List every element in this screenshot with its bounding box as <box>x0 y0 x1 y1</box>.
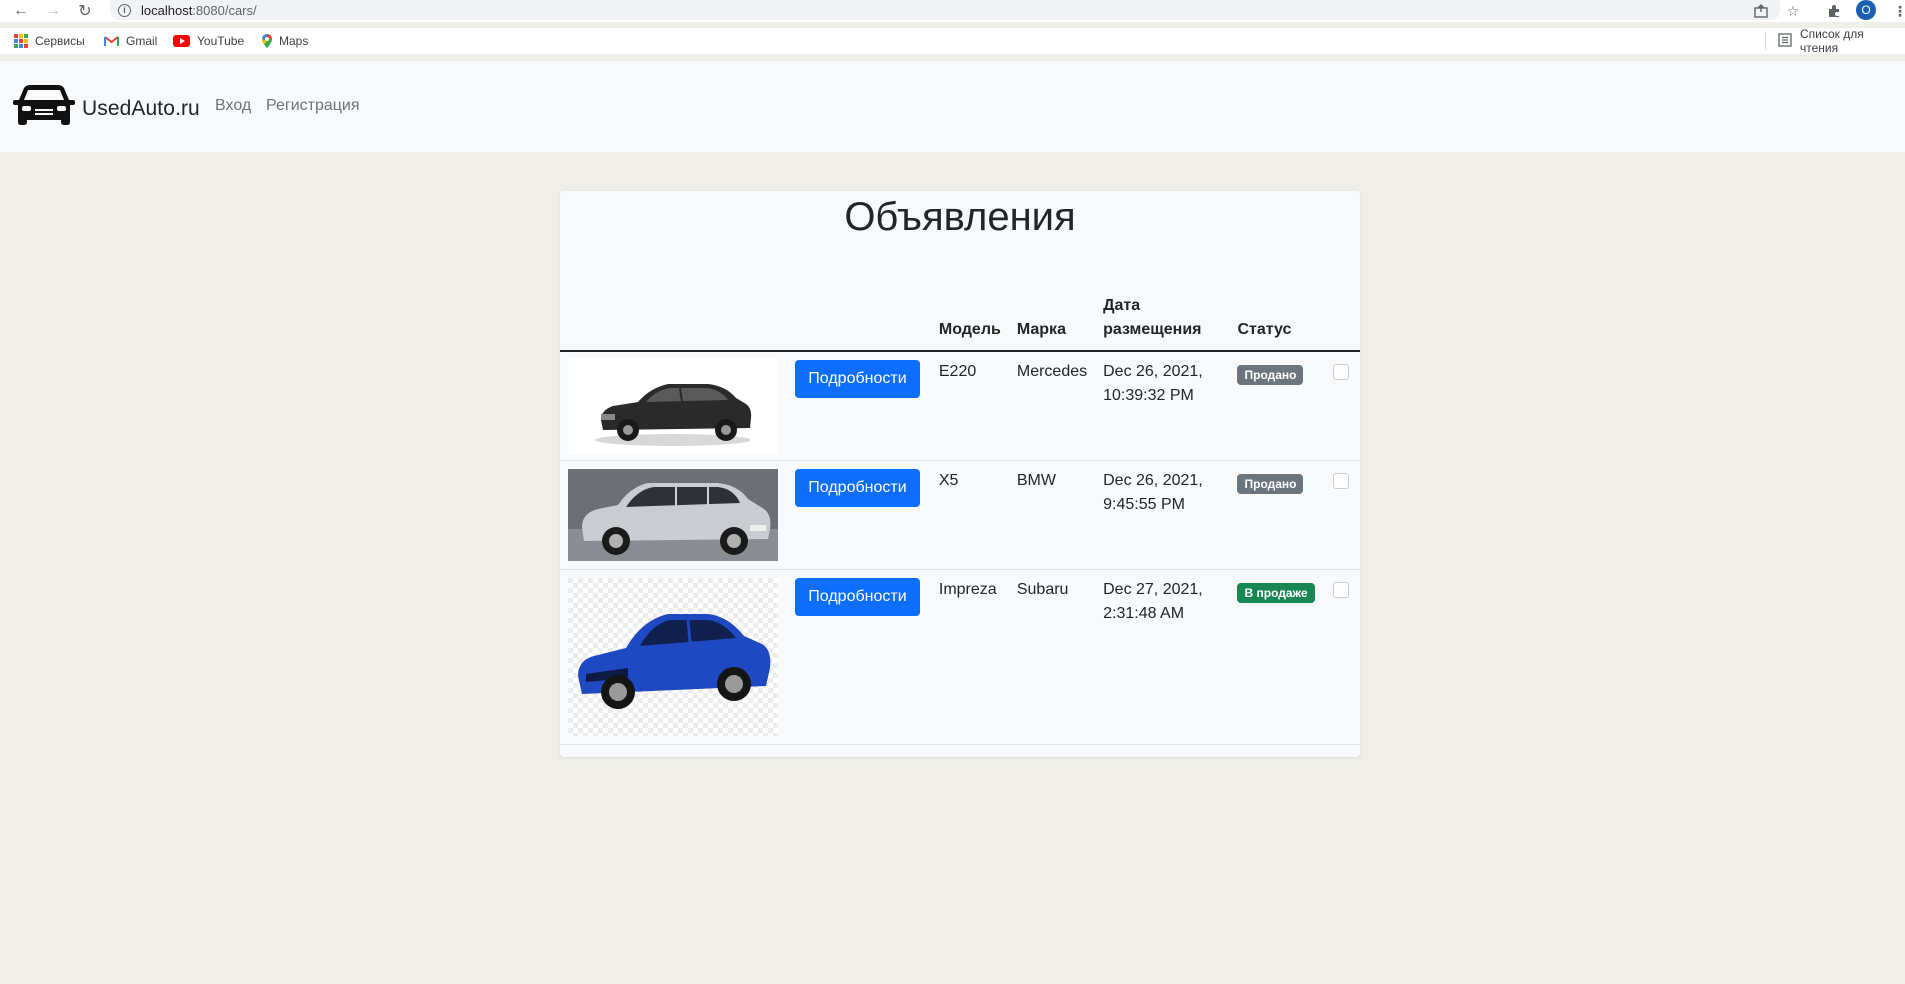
select-cell <box>1325 460 1360 570</box>
select-cell <box>1325 569 1360 745</box>
bookmark-gmail[interactable]: Gmail <box>104 32 157 50</box>
brand-cell: Mercedes <box>1008 351 1096 461</box>
row-checkbox[interactable] <box>1333 582 1350 598</box>
bookmark-star-icon[interactable]: ☆ <box>1783 1 1803 21</box>
bookmark-apps[interactable]: Сервисы <box>14 32 85 50</box>
status-cell: Продано <box>1229 460 1326 570</box>
model-cell: X5 <box>930 460 1009 570</box>
bookmarks-divider <box>1765 32 1766 50</box>
action-cell: Подробности <box>786 460 931 570</box>
page-title: Объявления <box>844 195 1076 239</box>
row-checkbox[interactable] <box>1333 473 1350 489</box>
status-badge: Продано <box>1237 474 1304 494</box>
reload-icon[interactable]: ↻ <box>75 1 95 21</box>
car-photo-bmw <box>568 469 778 561</box>
model-cell: E220 <box>930 351 1009 461</box>
table-row: Подробности Impreza Subaru Dec 27, 2021,… <box>560 569 1360 745</box>
car-photo-subaru <box>568 578 778 736</box>
details-button[interactable]: Подробности <box>794 469 920 507</box>
car-logo-icon <box>12 84 76 133</box>
address-bar[interactable]: i localhost:8080/cars/ <box>110 0 1780 20</box>
model-cell: Impreza <box>930 569 1009 745</box>
select-cell <box>1325 351 1360 461</box>
maps-icon <box>262 34 272 48</box>
car-image-cell <box>560 460 787 570</box>
apps-icon <box>14 34 28 48</box>
login-link[interactable]: Вход <box>215 97 251 115</box>
header-brand: Марка <box>1008 286 1096 352</box>
header-select <box>1325 286 1360 352</box>
header-action <box>786 286 931 352</box>
header-date: Дата размещения <box>1095 286 1230 352</box>
brand-cell: BMW <box>1008 460 1096 570</box>
profile-avatar[interactable]: O <box>1856 0 1876 20</box>
status-cell: В продаже <box>1229 569 1326 745</box>
youtube-icon <box>173 35 190 47</box>
table-row: Подробности E220 Mercedes Dec 26, 2021, … <box>560 351 1360 461</box>
car-image-cell <box>560 351 787 461</box>
listings-card: Объявления Модель Марка Дата размещения … <box>560 191 1360 757</box>
table-header-row: Модель Марка Дата размещения Статус <box>560 286 1360 352</box>
brand-cell: Subaru <box>1008 569 1096 745</box>
date-cell: Dec 26, 2021, 10:39:32 PM <box>1095 351 1230 461</box>
bookmark-youtube[interactable]: YouTube <box>173 32 244 50</box>
status-cell: Продано <box>1229 351 1326 461</box>
row-checkbox[interactable] <box>1333 364 1350 380</box>
menu-kebab-icon[interactable]: ⋮ <box>1890 1 1905 21</box>
status-badge: Продано <box>1237 365 1304 385</box>
reading-list-icon <box>1778 32 1792 50</box>
header-status: Статус <box>1229 286 1326 352</box>
header-image <box>560 286 787 352</box>
register-link[interactable]: Регистрация <box>266 97 360 115</box>
car-photo-mercedes <box>568 358 778 454</box>
action-cell: Подробности <box>786 569 931 745</box>
listings-table: Модель Марка Дата размещения Статус Подр… <box>560 286 1360 745</box>
bookmark-label: Gmail <box>126 34 158 48</box>
bookmark-label: Сервисы <box>35 34 85 48</box>
bookmark-maps[interactable]: Maps <box>262 32 308 50</box>
url-path: :8080/cars/ <box>192 2 257 18</box>
car-image-cell <box>560 569 787 745</box>
brand-link[interactable]: UsedAuto.ru <box>12 84 200 133</box>
action-cell: Подробности <box>786 351 931 461</box>
gmail-icon <box>104 35 119 47</box>
table-row: Подробности X5 BMW Dec 26, 2021, 9:45:55… <box>560 460 1360 570</box>
details-button[interactable]: Подробности <box>794 578 920 616</box>
forward-arrow-icon[interactable]: → <box>43 1 63 21</box>
url-host: localhost <box>141 2 193 18</box>
date-cell: Dec 26, 2021, 9:45:55 PM <box>1095 460 1230 570</box>
reading-list-label: Список для чтения <box>1800 27 1864 55</box>
app-navbar: UsedAuto.ru Вход Регистрация <box>0 61 1905 152</box>
details-button[interactable]: Подробности <box>794 360 920 398</box>
brand-name: UsedAuto.ru <box>82 96 200 120</box>
bookmarks-bar: Сервисы Gmail YouTube Maps Список для чт… <box>0 27 1905 55</box>
share-icon[interactable] <box>1751 1 1771 21</box>
site-info-icon[interactable]: i <box>118 3 131 17</box>
reading-list[interactable]: Список для чтения <box>1778 27 1905 55</box>
bookmark-label: YouTube <box>197 34 245 48</box>
browser-toolbar: ← → ↻ i localhost:8080/cars/ ☆ O ⋮ <box>0 0 1905 22</box>
header-model: Модель <box>930 286 1009 352</box>
date-cell: Dec 27, 2021, 2:31:48 AM <box>1095 569 1230 745</box>
status-badge: В продаже <box>1237 583 1315 603</box>
extensions-icon[interactable] <box>1824 1 1844 21</box>
back-arrow-icon[interactable]: ← <box>11 1 31 21</box>
bookmark-label: Maps <box>279 34 309 48</box>
